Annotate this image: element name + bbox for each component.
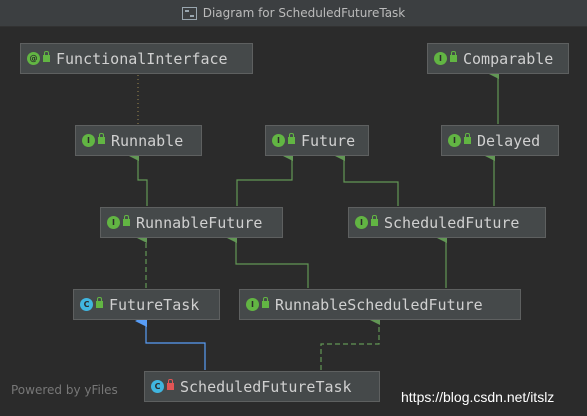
node-future-task[interactable]: C FutureTask (73, 289, 220, 320)
node-label: ScheduledFutureTask (180, 377, 352, 396)
public-lock-icon (98, 133, 105, 144)
node-label: Future (301, 131, 356, 150)
public-lock-icon (262, 297, 269, 308)
node-label: ScheduledFuture (384, 213, 520, 232)
public-lock-icon (96, 297, 103, 308)
edge-scheduledfuturetask-runnablescheduledfuture (320, 315, 380, 370)
powered-by-label: Powered by yFiles (11, 383, 118, 397)
node-comparable[interactable]: I Comparable (427, 43, 569, 74)
class-icon: C (80, 298, 93, 311)
node-delayed[interactable]: I Delayed (441, 125, 559, 156)
public-lock-icon (464, 133, 471, 144)
node-label: Comparable (463, 49, 554, 68)
edge-runnablescheduledfuture-runnablefuture (227, 233, 309, 288)
public-lock-icon (288, 133, 295, 144)
interface-icon: I (434, 52, 447, 65)
node-label: FunctionalInterface (56, 49, 228, 68)
node-label: RunnableFuture (136, 213, 263, 232)
node-label: RunnableScheduledFuture (275, 295, 483, 314)
interface-icon: I (272, 134, 285, 147)
interface-icon: I (355, 216, 368, 229)
node-runnable[interactable]: I Runnable (75, 125, 202, 156)
interface-icon: I (246, 298, 259, 311)
node-label: FutureTask (109, 295, 200, 314)
watermark: https://blog.csdn.net/itslz (401, 389, 555, 405)
node-runnable-future[interactable]: I RunnableFuture (100, 207, 283, 238)
interface-icon: I (448, 134, 461, 147)
node-future[interactable]: I Future (265, 125, 369, 156)
interface-icon: I (107, 216, 120, 229)
node-scheduled-future[interactable]: I ScheduledFuture (348, 207, 546, 238)
annotation-icon: @ (27, 52, 40, 65)
edge-runnablefuture-future (236, 151, 293, 206)
public-lock-icon (371, 215, 378, 226)
node-functional-interface[interactable]: @ FunctionalInterface (20, 43, 253, 74)
class-icon: C (151, 380, 164, 393)
private-lock-icon (167, 379, 174, 390)
edge-scheduledfuturetask-futuretask (135, 315, 206, 370)
node-label: Runnable (111, 131, 184, 150)
public-lock-icon (450, 51, 457, 62)
edge-scheduledfuture-future (335, 151, 399, 206)
public-lock-icon (43, 51, 50, 62)
node-runnable-scheduled-future[interactable]: I RunnableScheduledFuture (239, 289, 521, 320)
node-scheduled-future-task[interactable]: C ScheduledFutureTask (144, 371, 380, 402)
interface-icon: I (82, 134, 95, 147)
node-label: Delayed (477, 131, 541, 150)
edge-runnablefuture-runnable (129, 151, 148, 206)
public-lock-icon (123, 215, 130, 226)
